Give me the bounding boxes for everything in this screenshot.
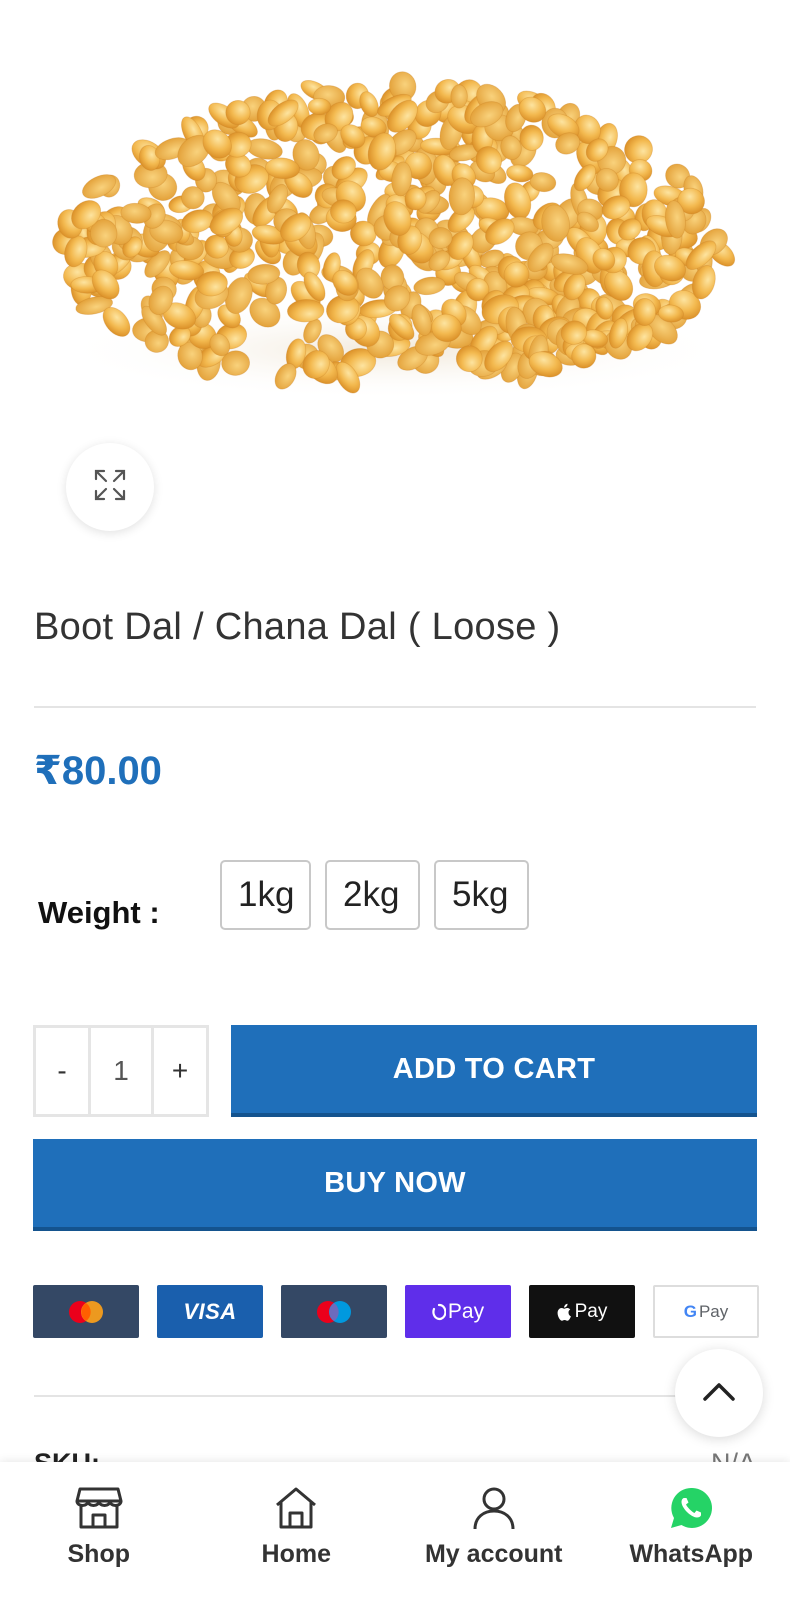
google-pay-icon: G Pay [653,1285,759,1338]
zoom-button[interactable] [66,443,154,531]
expand-icon [92,467,128,508]
user-icon [469,1484,519,1532]
nav-home[interactable]: Home [198,1462,396,1600]
weight-option-2kg[interactable]: 2kg [325,860,420,930]
opay-icon: Pay [405,1285,511,1338]
store-icon [74,1484,124,1532]
divider [34,706,756,708]
decrease-quantity-button[interactable]: - [36,1028,88,1114]
weight-label: Weight : [38,895,160,930]
chana-dal-picture [52,71,736,400]
mastercard-icon [33,1285,139,1338]
home-icon [271,1484,321,1532]
payment-methods: VISA Pay Pay G Pay [33,1285,759,1338]
weight-option-5kg[interactable]: 5kg [434,860,529,930]
nav-whatsapp-label: WhatsApp [629,1540,754,1568]
product-title: Boot Dal / Chana Dal ( Loose ) [34,606,561,648]
nav-whatsapp[interactable]: WhatsApp [593,1462,790,1600]
nav-my-account[interactable]: My account [395,1462,593,1600]
weight-options: 1kg 2kg 5kg [220,860,529,930]
increase-quantity-button[interactable]: + [154,1028,206,1114]
weight-option-1kg[interactable]: 1kg [220,860,311,930]
product-price: ₹80.00 [34,749,162,793]
product-image[interactable] [0,0,790,430]
nav-shop-label: Shop [67,1540,131,1568]
nav-my-account-label: My account [424,1540,563,1568]
nav-shop[interactable]: Shop [0,1462,198,1600]
quantity-input[interactable]: 1 [88,1028,154,1114]
visa-icon: VISA [157,1285,263,1338]
bottom-navigation: Shop Home My account WhatsApp [0,1462,790,1600]
whatsapp-icon [666,1484,716,1532]
divider [34,1395,756,1397]
quantity-stepper: - 1 + [33,1025,209,1117]
buy-now-button[interactable]: BUY NOW [33,1139,757,1231]
maestro-icon [281,1285,387,1338]
nav-home-label: Home [261,1540,331,1568]
add-to-cart-button[interactable]: ADD TO CART [231,1025,757,1117]
scroll-to-top-button[interactable] [675,1349,763,1437]
chevron-up-icon [701,1379,737,1408]
apple-pay-icon: Pay [529,1285,635,1338]
